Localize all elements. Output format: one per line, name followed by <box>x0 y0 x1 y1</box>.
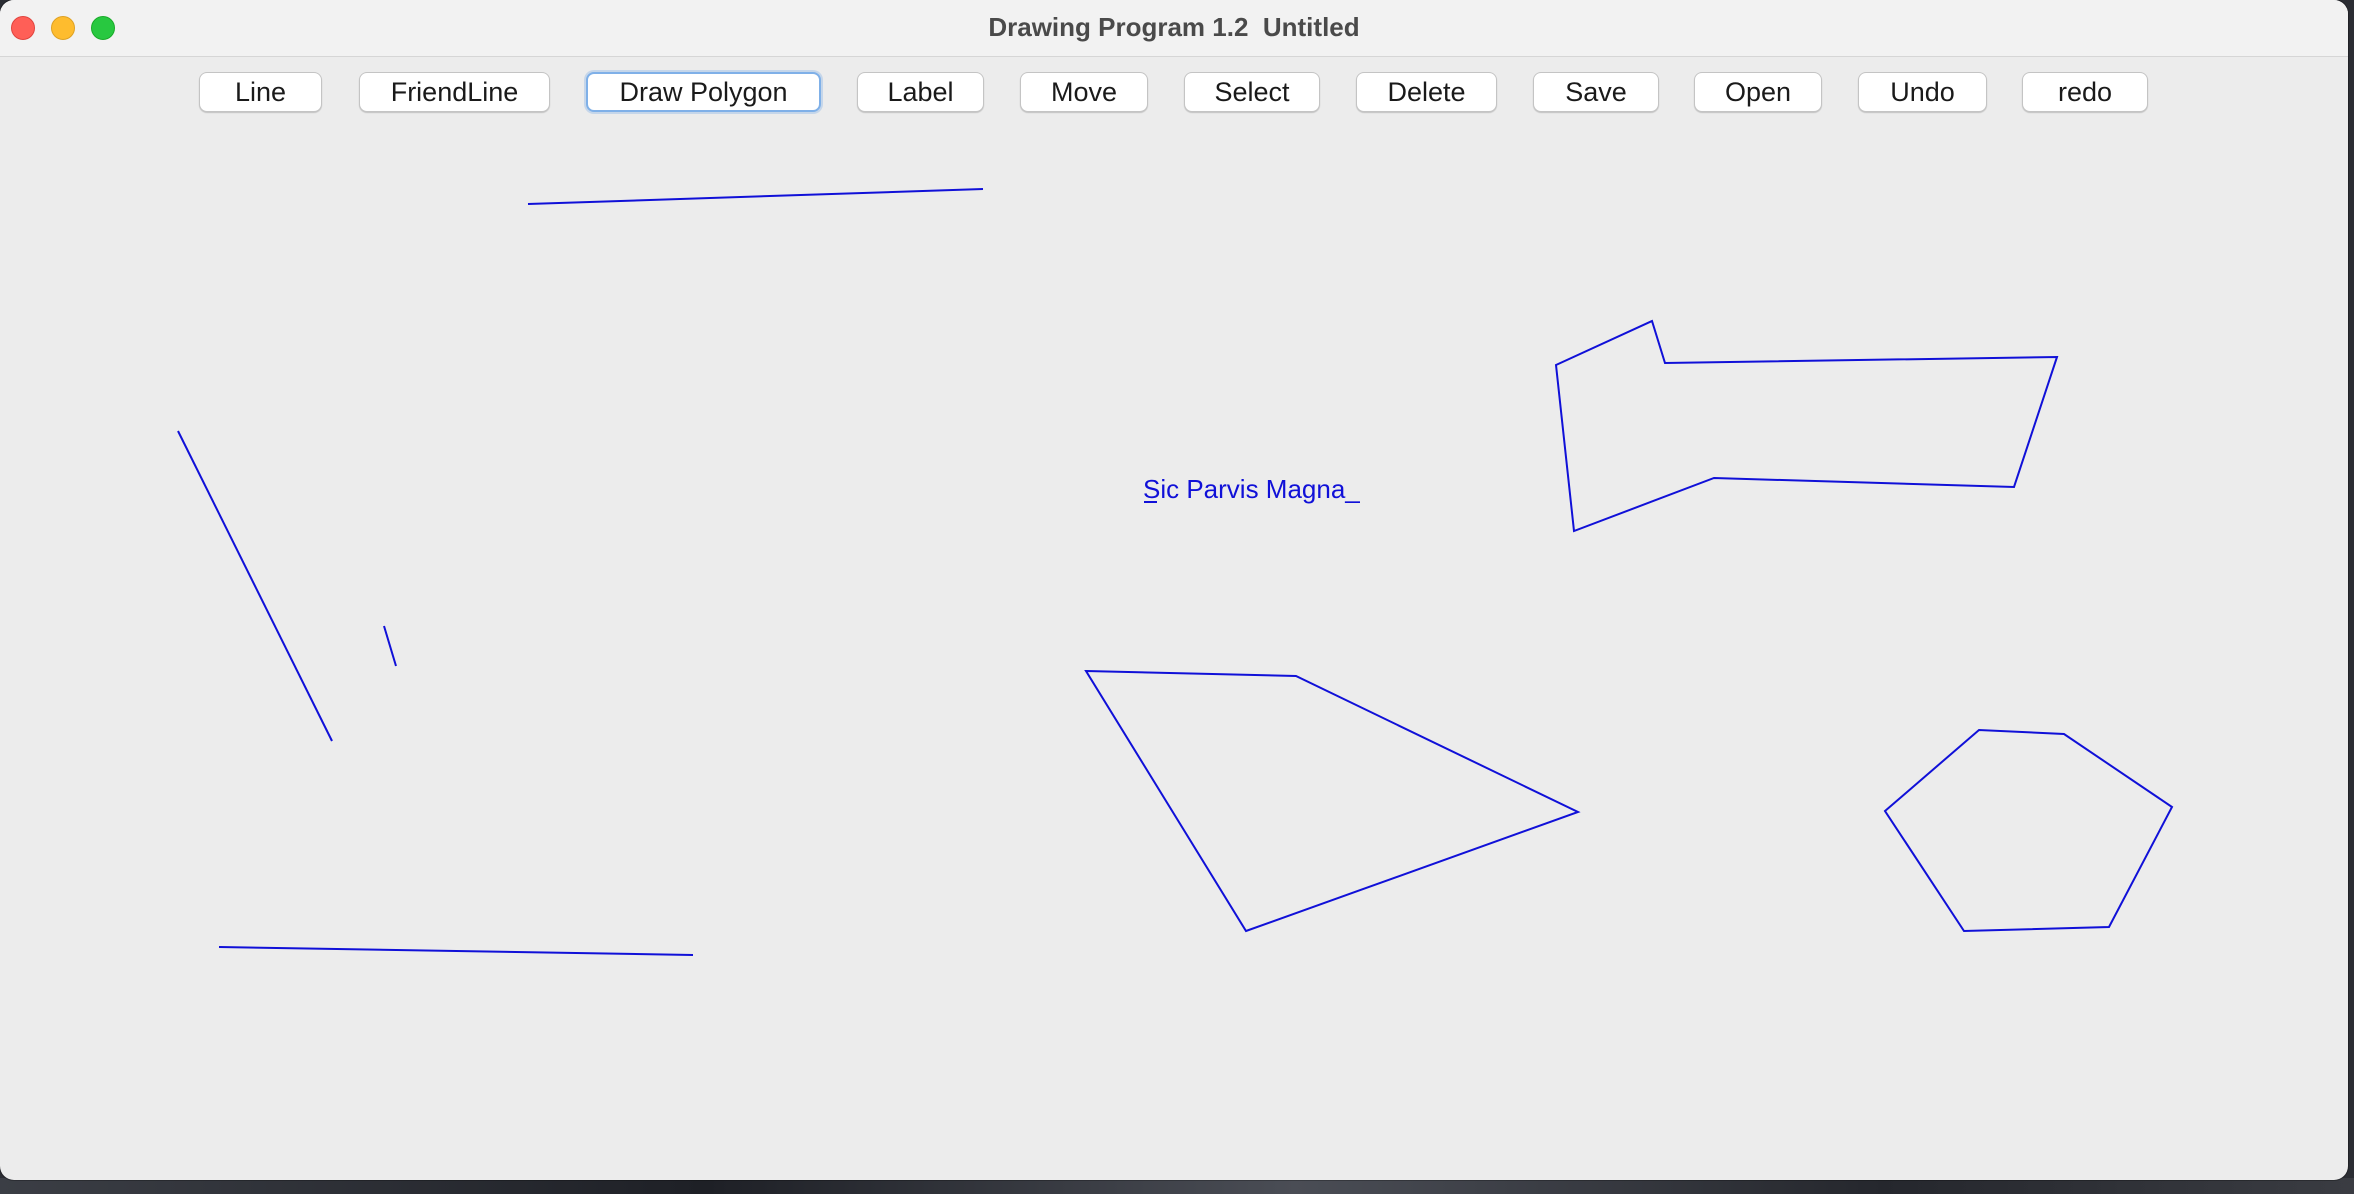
title-bar[interactable]: Drawing Program 1.2 Untitled <box>0 0 2348 57</box>
app-window: Drawing Program 1.2 Untitled Line Friend… <box>0 0 2348 1180</box>
desktop-background <box>0 1178 2354 1194</box>
polygon-shape[interactable] <box>1084 669 1581 933</box>
canvas-label[interactable]: Sic Parvis Magna_ <box>1143 474 1360 504</box>
drawing-canvas[interactable]: Sic Parvis Magna_ <box>0 57 2348 1180</box>
polygon-shape[interactable] <box>1554 319 2059 533</box>
line-shape[interactable] <box>527 188 984 205</box>
line-shape[interactable] <box>177 430 333 742</box>
line-shape[interactable] <box>383 625 397 667</box>
window-title: Drawing Program 1.2 Untitled <box>988 12 1360 42</box>
line-shape[interactable] <box>218 946 694 956</box>
polygon-shape[interactable] <box>1883 728 2174 933</box>
